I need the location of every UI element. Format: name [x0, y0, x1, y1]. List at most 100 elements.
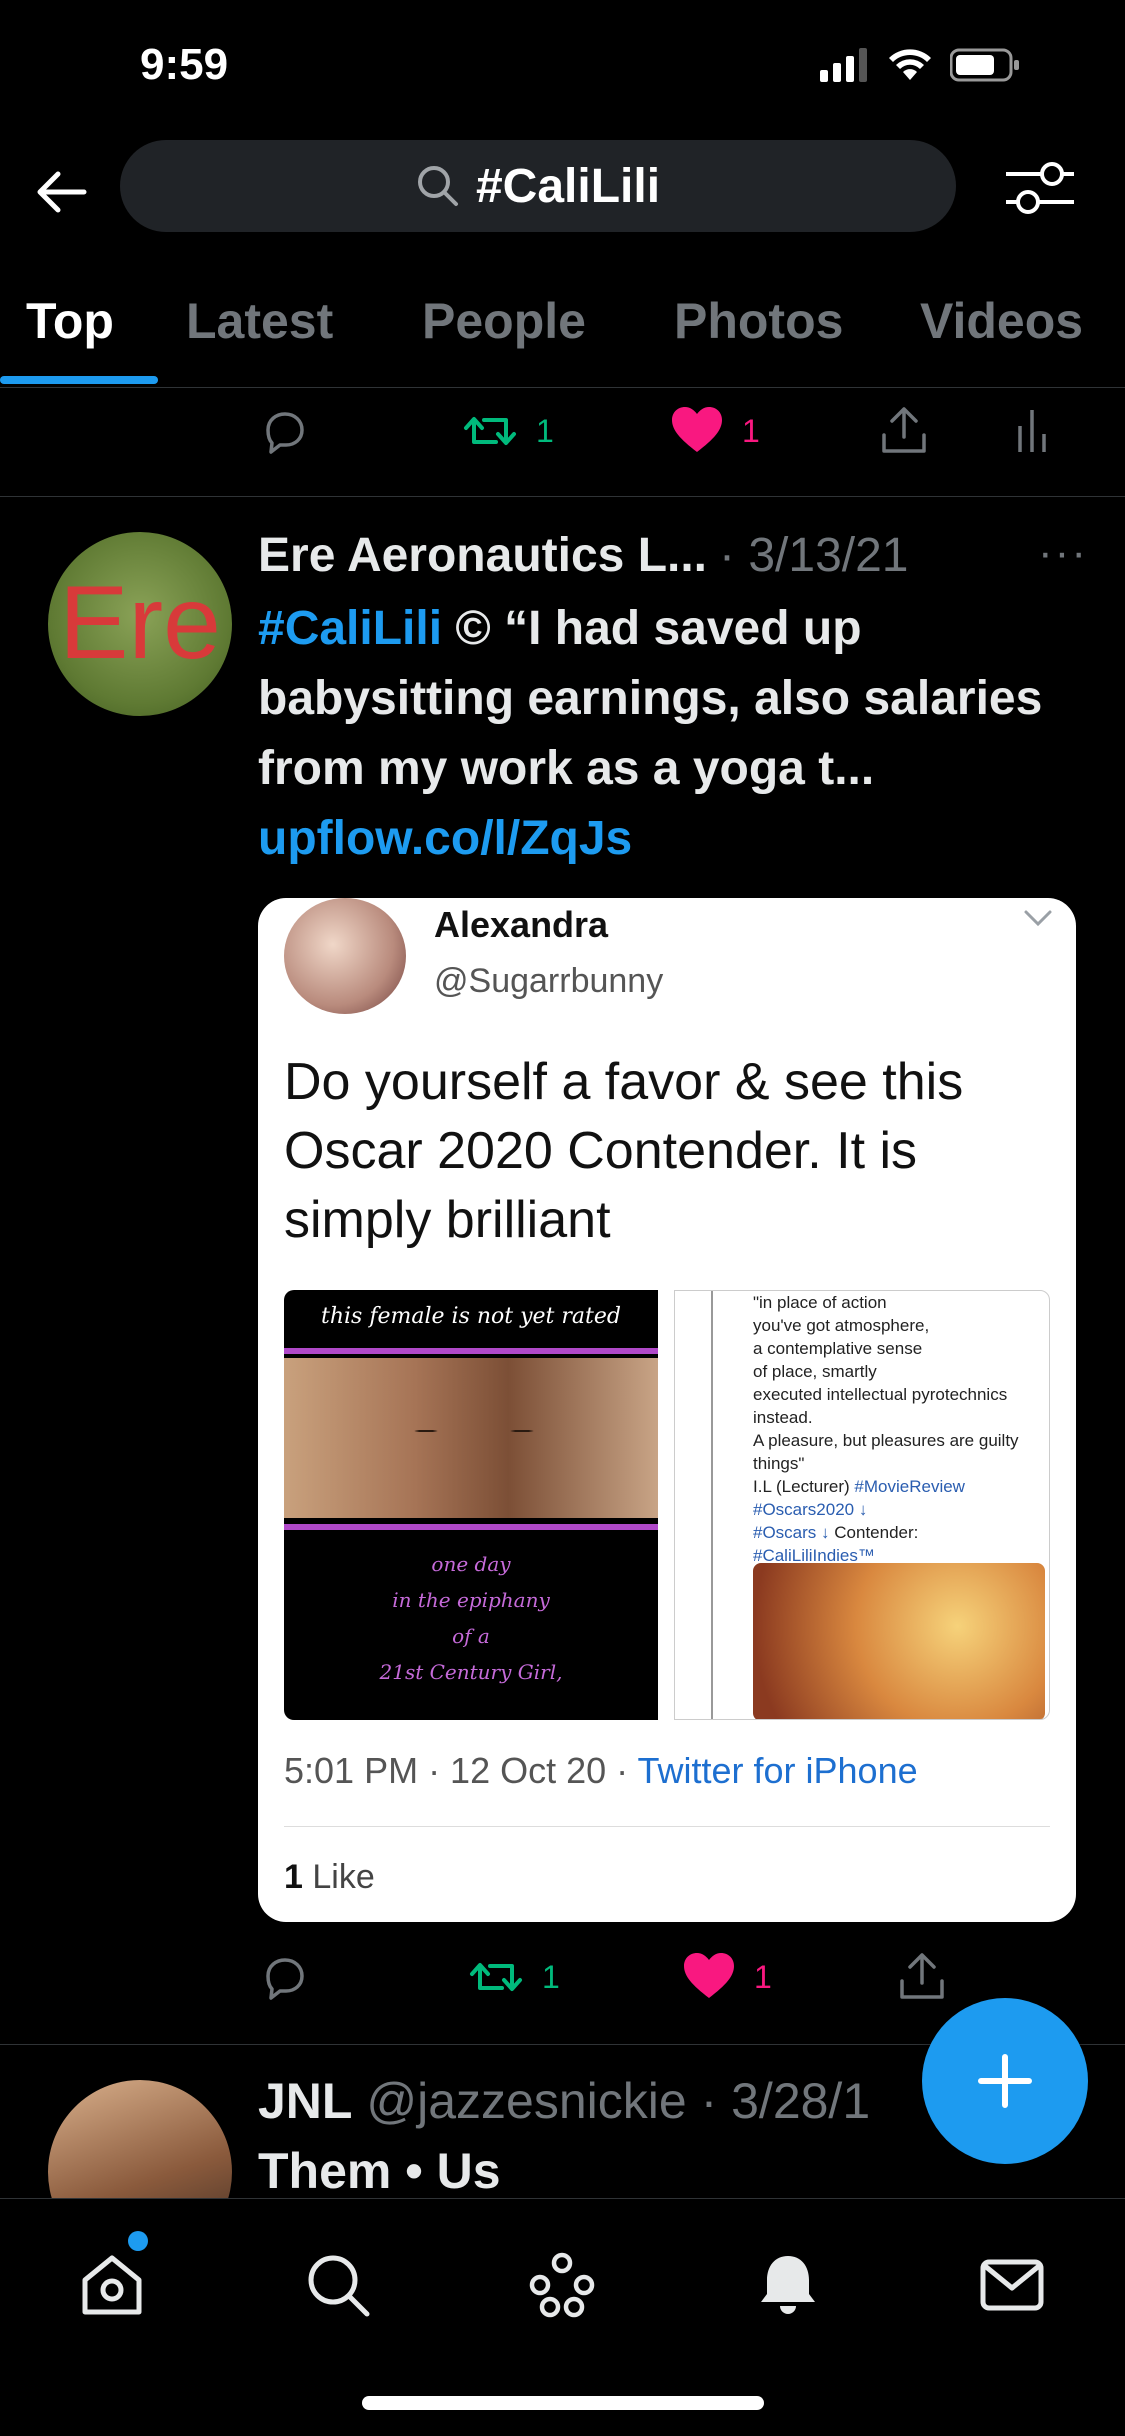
next-author-name[interactable]: JNL: [258, 2073, 352, 2129]
nav-messages[interactable]: [972, 2245, 1052, 2325]
review-line: things": [753, 1454, 805, 1473]
mail-icon: [980, 2259, 1044, 2311]
tab-photos[interactable]: Photos: [674, 292, 843, 350]
retweet-button[interactable]: 1: [468, 1942, 560, 2012]
review-line: "in place of action: [753, 1293, 887, 1312]
like-button[interactable]: 1: [670, 396, 760, 466]
review-line: #Oscars ↓ Contender:: [753, 1521, 1043, 1544]
embedded-source: Twitter for iPhone: [637, 1750, 918, 1791]
status-icons: [820, 48, 1020, 82]
embedded-like-label: Like: [302, 1858, 375, 1896]
wifi-icon: [889, 49, 931, 80]
reply-icon: [266, 412, 304, 454]
tweet-link[interactable]: upflow.co/l/ZqJs: [258, 812, 632, 865]
tab-top[interactable]: Top: [26, 292, 114, 350]
status-time: 9:59: [140, 40, 229, 89]
tweet-author-name[interactable]: Ere Aeronautics L...: [258, 528, 707, 583]
share-icon: [882, 407, 926, 453]
heart-filled-icon: [684, 1953, 734, 1998]
search-icon: [417, 166, 458, 206]
embedded-review-image: "in place of action you've got atmospher…: [674, 1290, 1050, 1720]
retweet-count: 1: [536, 412, 554, 449]
like-button[interactable]: 1: [682, 1942, 772, 2012]
tweet-avatar[interactable]: Ere: [48, 532, 232, 716]
poster-stripe: [284, 1524, 658, 1530]
poster-line: one day: [431, 1552, 511, 1576]
retweet-icon: [470, 1963, 522, 1991]
reply-icon: [266, 1958, 304, 2000]
analytics-icon: [1018, 410, 1046, 452]
reply-button[interactable]: [258, 1942, 308, 2012]
tab-videos[interactable]: Videos: [920, 292, 1083, 350]
sliders-icon: [1006, 162, 1074, 214]
active-tab-indicator: [0, 376, 158, 384]
heart-filled-icon: [672, 407, 722, 452]
search-icon: [308, 2255, 370, 2317]
nav-home[interactable]: [72, 2245, 152, 2325]
review-line: instead.: [753, 1408, 813, 1427]
review-hashtag: #MovieReview: [854, 1477, 965, 1496]
plus-icon: [978, 2054, 1032, 2108]
embedded-timestamp: 5:01 PM · 12 Oct 20 · Twitter for iPhone: [284, 1750, 918, 1792]
retweet-icon: [464, 417, 516, 445]
review-quote: "in place of action you've got atmospher…: [753, 1291, 1043, 1567]
card-divider: [284, 1826, 1050, 1827]
compose-tweet-button[interactable]: [922, 1998, 1088, 2164]
poster-stripe: [284, 1348, 658, 1354]
embedded-avatar: [284, 898, 406, 1014]
poster-line: of a: [452, 1624, 490, 1648]
spaces-icon: [529, 2252, 595, 2318]
bell-icon: [761, 2256, 815, 2314]
back-button[interactable]: [30, 160, 94, 224]
embedded-author-handle: @Sugarrbunny: [434, 962, 664, 1000]
embedded-author-name: Alexandra: [434, 904, 609, 945]
tweet-date: · 3/13/21: [719, 529, 909, 582]
embedded-tweet-text: Do yourself a favor & see this Oscar 202…: [284, 1053, 964, 1249]
poster-top-caption: this female is not yet rated: [321, 1304, 621, 1329]
status-bar: 9:59: [0, 0, 1125, 140]
like-count: 1: [742, 412, 760, 449]
reply-button[interactable]: [258, 396, 308, 466]
battery-icon: [950, 48, 1019, 82]
nav-notifications[interactable]: [748, 2245, 828, 2325]
review-line: I.L (Lecturer) #MovieReview: [753, 1475, 1043, 1498]
analytics-button[interactable]: [1014, 396, 1054, 466]
chevron-down-icon: [1024, 910, 1052, 927]
tweet-actions: 1 1: [258, 1942, 1078, 2012]
review-hashtag: #Oscars ↓: [753, 1523, 830, 1542]
signal-icon: [820, 48, 867, 82]
retweet-button[interactable]: 1: [462, 396, 554, 466]
review-line: you've got atmosphere,: [753, 1316, 930, 1335]
tab-people[interactable]: People: [422, 292, 586, 350]
embedded-like-number: 1: [284, 1858, 303, 1896]
review-line: of place, smartly: [753, 1362, 877, 1381]
review-line: A pleasure, but pleasures are guilty: [753, 1431, 1019, 1450]
tweet-hashtag[interactable]: #CaliLili: [258, 602, 442, 655]
share-button[interactable]: [896, 1942, 948, 2012]
review-photo: [753, 1563, 1045, 1719]
search-input[interactable]: #CaliLili: [120, 140, 956, 232]
tab-latest[interactable]: Latest: [186, 292, 333, 350]
more-options-button[interactable]: ···: [1038, 528, 1088, 578]
poster-line: 21st Century Girl,: [379, 1660, 563, 1684]
share-icon: [900, 1953, 944, 1999]
nav-spaces[interactable]: [522, 2245, 602, 2325]
tweet-header: Ere Aeronautics L... · 3/13/21 ···: [258, 528, 1088, 583]
home-indicator: [362, 2396, 764, 2410]
notification-dot: [128, 2231, 148, 2251]
embedded-image-card[interactable]: Alexandra @Sugarrbunny Do yourself a fav…: [258, 898, 1076, 1922]
share-button[interactable]: [878, 396, 930, 466]
divider: [0, 496, 1125, 497]
review-line: executed intellectual pyrotechnics: [753, 1385, 1008, 1404]
embedded-time: 5:01 PM · 12 Oct 20 ·: [284, 1750, 638, 1791]
search-tabs: Top Latest People Photos Videos: [0, 268, 1125, 388]
search-filter-button[interactable]: [1002, 156, 1078, 220]
review-hashtag: #Oscars2020 ↓: [753, 1500, 868, 1519]
like-count: 1: [754, 1958, 772, 1995]
review-line: a contemplative sense: [753, 1339, 923, 1358]
review-contender: Contender:: [829, 1523, 919, 1542]
search-query: #CaliLili: [475, 159, 661, 213]
embedded-poster-image: this female is not yet rated one day in …: [284, 1290, 658, 1720]
nav-search[interactable]: [298, 2245, 378, 2325]
quote-line: [711, 1291, 713, 1719]
